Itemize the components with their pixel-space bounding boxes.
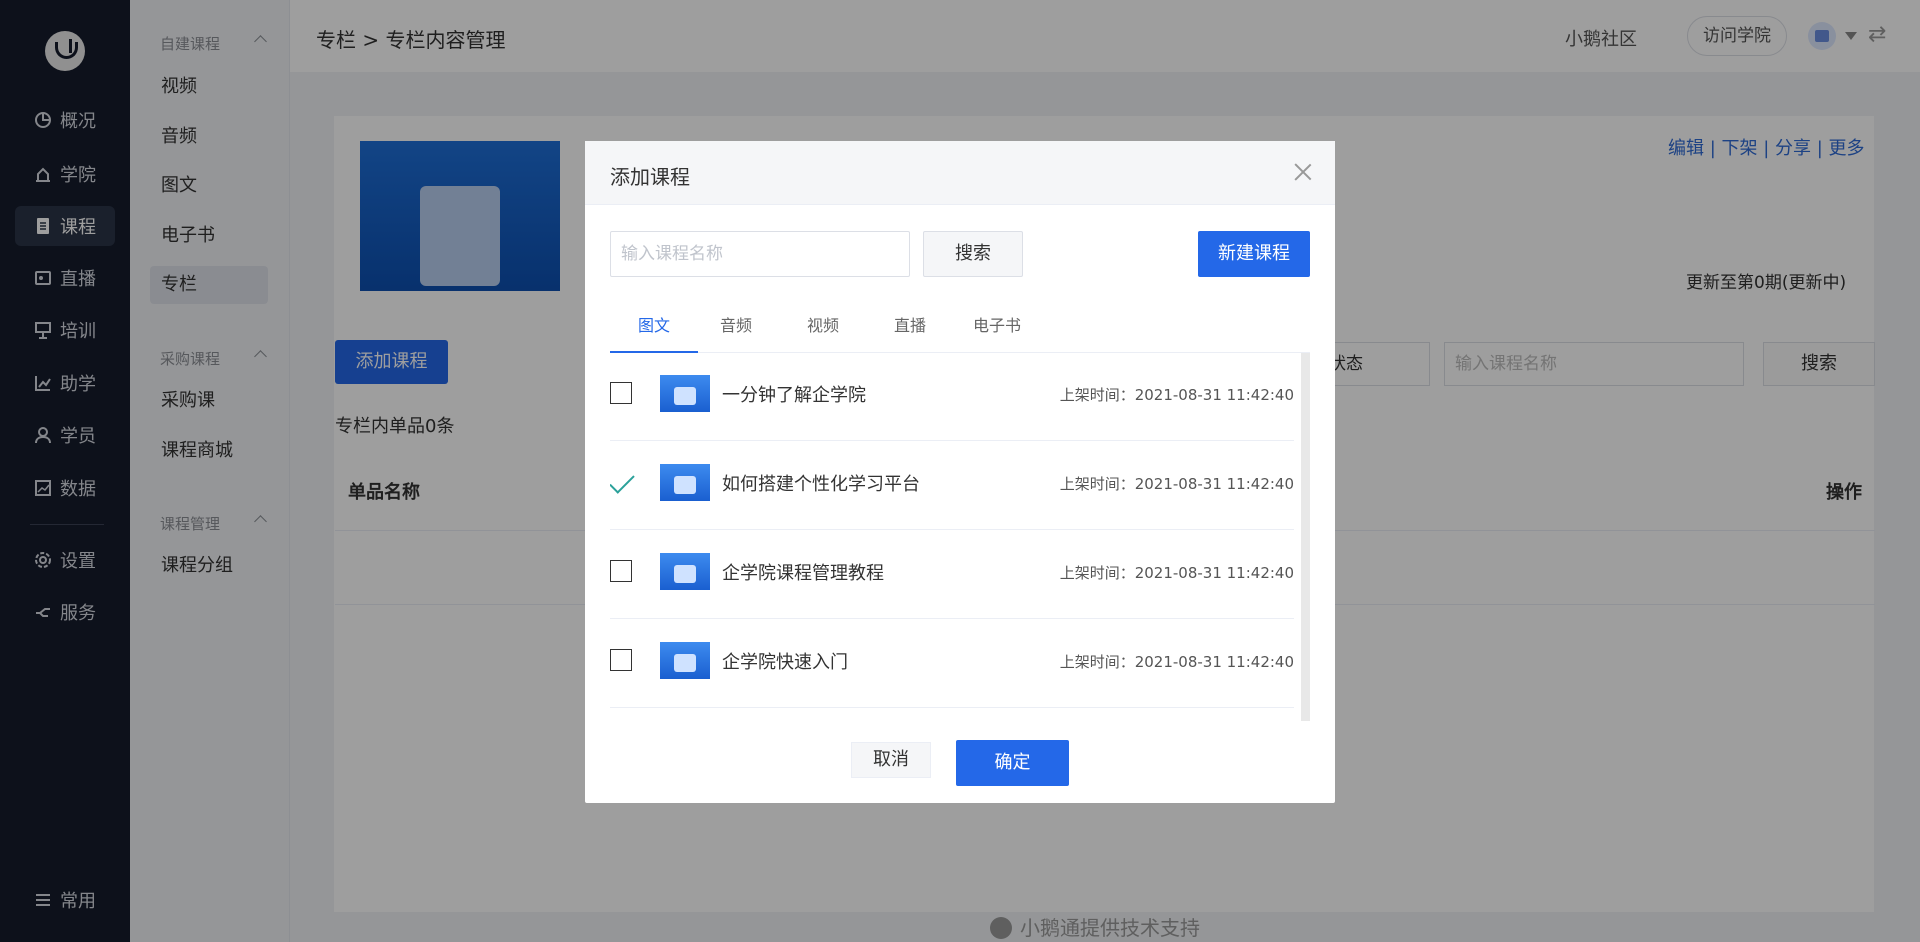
checkbox[interactable]: [610, 649, 632, 671]
course-title: 企学院快速入门: [722, 652, 848, 673]
course-title: 一分钟了解企学院: [722, 385, 866, 406]
new-course-button[interactable]: 新建课程: [1198, 231, 1310, 277]
dialog-title: 添加课程: [610, 165, 690, 189]
checkbox[interactable]: [610, 560, 632, 582]
checkbox-checked[interactable]: [610, 471, 632, 493]
course-search-input[interactable]: [610, 231, 910, 277]
list-item[interactable]: 企学院快速入门 上架时间：2021-08-31 11:42:40: [610, 620, 1294, 708]
publish-time: 上架时间：2021-08-31 11:42:40: [1059, 564, 1294, 582]
tab-live[interactable]: 直播: [880, 311, 940, 353]
dialog-header: 添加课程: [585, 141, 1335, 205]
tab-audio[interactable]: 音频: [706, 311, 766, 353]
list-item[interactable]: 如何搭建个性化学习平台 上架时间：2021-08-31 11:42:40: [610, 442, 1294, 530]
cancel-button[interactable]: 取消: [851, 742, 931, 778]
close-icon[interactable]: [1291, 159, 1315, 183]
course-thumbnail: [660, 375, 710, 412]
publish-time: 上架时间：2021-08-31 11:42:40: [1059, 653, 1294, 671]
list-item[interactable]: 企学院课程管理教程 上架时间：2021-08-31 11:42:40: [610, 531, 1294, 619]
course-thumbnail: [660, 464, 710, 501]
course-thumbnail: [660, 553, 710, 590]
add-course-dialog: 添加课程 搜索 新建课程 图文 音频 视频 直播 电子书 一分钟了解企学院 上架…: [585, 141, 1335, 803]
list-scrollbar[interactable]: [1301, 353, 1310, 721]
confirm-button[interactable]: 确定: [956, 740, 1069, 786]
course-thumbnail: [660, 642, 710, 679]
course-list: 一分钟了解企学院 上架时间：2021-08-31 11:42:40 如何搭建个性…: [610, 353, 1294, 721]
list-item[interactable]: 一分钟了解企学院 上架时间：2021-08-31 11:42:40: [610, 353, 1294, 441]
course-type-tabs: 图文 音频 视频 直播 电子书: [610, 311, 1310, 353]
tab-video[interactable]: 视频: [793, 311, 853, 353]
tab-ebook[interactable]: 电子书: [962, 311, 1032, 353]
search-button[interactable]: 搜索: [923, 231, 1023, 277]
course-title: 如何搭建个性化学习平台: [722, 474, 920, 495]
publish-time: 上架时间：2021-08-31 11:42:40: [1059, 386, 1294, 404]
course-title: 企学院课程管理教程: [722, 563, 884, 584]
publish-time: 上架时间：2021-08-31 11:42:40: [1059, 475, 1294, 493]
tab-article[interactable]: 图文: [610, 311, 698, 353]
checkbox[interactable]: [610, 382, 632, 404]
